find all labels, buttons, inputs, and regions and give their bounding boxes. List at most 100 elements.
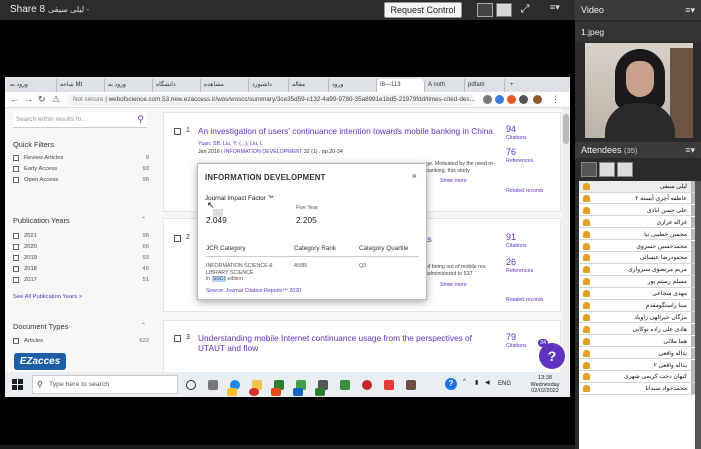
chevron-up-icon[interactable]: ⌃ [141,216,146,223]
attendee-row[interactable]: محمدحسین خسروی [579,240,695,252]
browser-tab[interactable]: مشاهده [201,79,249,92]
attendee-row[interactable]: علی حسن ابادی [579,204,695,217]
browser-tab[interactable]: ورود به [105,79,153,92]
url-input[interactable]: Not secure | webofscience.com.53.new.eza… [67,94,475,106]
pod-menu-icon[interactable]: ≡▾ [685,142,695,158]
journal-link[interactable]: INFORMATION DEVELOPMENT [224,149,302,155]
tray-chevron-icon[interactable]: ^ [463,379,466,385]
attendee-row[interactable]: عاطفه آچری آبسته ۲ [579,192,695,205]
task-view-icon[interactable] [208,380,218,390]
extension-icon[interactable] [507,95,516,104]
attendee-row[interactable]: مژگان خیرالهی زاویاد [579,311,695,324]
status-view-icon[interactable] [617,162,633,177]
attendee-row[interactable]: محسن خطیبی نیا [579,228,695,241]
browser-tab[interactable]: مقاله [289,79,329,92]
filter-early-access[interactable]: Early Access 93 [13,164,149,174]
browser-tab[interactable]: شاخه Mt [57,79,105,92]
jcr-source-link[interactable]: Source: Journal Citation Reports™ 2020 [206,288,301,294]
chevron-up-icon[interactable]: ⌃ [141,322,146,329]
citations-count[interactable]: 94 [506,124,516,134]
show-more-link[interactable]: Show more [440,282,467,288]
search-icon[interactable]: ⚲ [137,114,144,125]
zoom-icon[interactable] [483,95,492,104]
filter-review-articles[interactable]: Review Articles 9 [13,153,149,163]
filter-open-access[interactable]: Open Access 98 [13,175,149,185]
select-checkbox[interactable] [174,235,181,242]
attendee-row[interactable]: محمودرضا عیسائی [579,252,695,264]
citations-count[interactable]: 79 [506,332,516,342]
attendee-row[interactable]: کیهان دخت کریمی شهری [579,371,695,383]
cortana-icon[interactable] [186,380,196,390]
forward-icon[interactable]: → [24,94,33,104]
view-mode-actual-icon[interactable] [496,3,512,17]
authors-link[interactable]: Yuan, SB; Liu, Y; (...); Liu, L [198,141,263,147]
filter-year[interactable]: 2018 46 [13,264,149,274]
attendee-row[interactable]: محمدجواد سیدابا [579,383,695,395]
pod-menu-icon[interactable]: ≡▾ [550,2,560,13]
extension-icon[interactable] [519,95,528,104]
browser-tab[interactable]: دانشگاه [153,79,201,92]
attendee-row[interactable]: یداله واقعی ۲ [579,359,695,371]
app-icon[interactable] [293,388,303,396]
request-control-button[interactable]: Request Control [384,2,462,18]
attendee-row[interactable]: یداله واقعی [579,347,695,360]
app-icon[interactable] [406,380,416,390]
extension-icon[interactable] [495,95,504,104]
volume-icon[interactable]: ◀ [485,379,490,386]
attendee-scrollbar[interactable] [695,181,701,449]
filter-articles[interactable]: Articles 622 [13,336,149,346]
profile-avatar[interactable] [533,95,542,104]
browser-tab[interactable]: ورود [329,79,377,92]
references-count[interactable]: 76 [506,147,516,157]
new-tab-icon[interactable]: + [507,79,517,92]
app-icon[interactable] [315,388,325,396]
fullscreen-icon[interactable]: ⤢ [518,2,532,16]
attendee-row[interactable]: هما ملائی [579,335,695,348]
filter-year[interactable]: 2019 93 [13,253,149,263]
app-icon[interactable] [271,388,281,396]
app-icon[interactable] [340,380,350,390]
list-view-icon[interactable] [581,162,597,177]
help-tray-icon[interactable]: ? [445,378,457,390]
browser-tab[interactable]: ورود به [7,79,57,92]
attendee-row[interactable]: غزاله غزازی [579,216,695,229]
select-checkbox[interactable] [174,335,181,342]
pod-menu-icon[interactable]: ≡▾ [685,0,695,20]
citations-count[interactable]: 91 [506,232,516,242]
reload-icon[interactable]: ↻ [38,94,46,105]
taskbar-clock[interactable]: 13:38 Wednesday 02/02/2022 [525,375,565,395]
related-records-link[interactable]: Related records [506,188,543,194]
page-scrollbar[interactable] [562,108,570,372]
browser-tab[interactable]: داشبورد [249,79,289,92]
help-button[interactable]: ? [539,343,565,369]
back-icon[interactable]: ← [10,94,19,104]
search-within-input[interactable]: Search within results fo... ⚲ [13,112,147,128]
attendee-row[interactable]: مهدی شجاعی [579,288,695,300]
attendee-row[interactable]: مسلم رستم پور [579,276,695,288]
result-title-link[interactable]: Understanding mobile Internet continuanc… [198,333,488,353]
windows-start-icon[interactable] [12,379,23,390]
select-checkbox[interactable] [174,128,181,135]
app-icon[interactable] [227,388,237,396]
see-all-years-link[interactable]: See All Publication Years > [13,294,82,300]
warning-icon[interactable]: ⚠ [52,94,60,105]
view-mode-fit-icon[interactable] [477,3,493,17]
browser-menu-icon[interactable]: ⋮ [551,94,560,105]
attendee-row[interactable]: مینا راستگومقدم [579,300,695,312]
filter-year[interactable]: 2020 66 [13,242,149,252]
show-more-link[interactable]: Show more [440,178,467,184]
grid-view-icon[interactable] [599,162,615,177]
filter-year[interactable]: 2017 51 [13,275,149,285]
attendee-row[interactable]: هادی علی زاده نوکابی [579,323,695,336]
related-records-link[interactable]: Related records [506,297,543,303]
result-title-link[interactable]: An investigation of users' continuance i… [198,126,498,136]
close-icon[interactable]: × [412,171,417,181]
attendee-host-row[interactable]: لیلی سیفی [579,181,695,193]
app-icon[interactable] [362,380,372,390]
taskbar-search-input[interactable]: ⚲ Type here to search [32,375,178,394]
network-icon[interactable]: ▮ [475,379,478,386]
app-icon[interactable] [384,380,394,390]
browser-tab[interactable]: A noth [425,79,465,92]
browser-tab[interactable]: pdfam [465,79,505,92]
filter-year[interactable]: 2021 98 [13,231,149,241]
